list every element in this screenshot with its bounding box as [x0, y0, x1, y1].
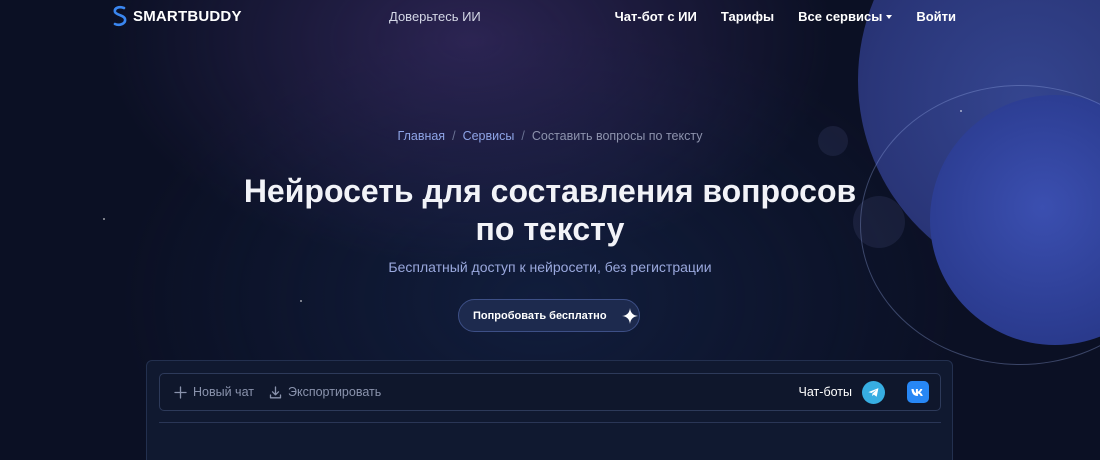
export-label: Экспортировать [287, 385, 382, 399]
nav-item-pricing[interactable]: Тарифы [721, 9, 774, 24]
page-title-line2: по тексту [475, 211, 625, 247]
telegram-icon [868, 387, 879, 397]
try-free-button-label: Попробовать бесплатно [473, 309, 607, 322]
try-free-button[interactable]: Попробовать бесплатно [458, 299, 640, 332]
nav-item-label: Все сервисы [798, 9, 883, 24]
site-header: SMARTBUDDY Доверьтесь ИИ Чат-бот с ИИ Та… [0, 0, 1100, 34]
sparkle-icon [621, 307, 638, 324]
chatbots-group: Чат-боты [798, 380, 929, 404]
page-title-line1: Нейросеть для составления вопросов [243, 173, 857, 209]
breadcrumb-separator: / [452, 129, 456, 143]
breadcrumb-current: Составить вопросы по тексту [531, 129, 703, 143]
header-tagline: Доверьтесь ИИ [389, 9, 481, 24]
chat-toolbar: Новый чат Экспортировать Чат-боты [159, 373, 941, 411]
chatbots-label: Чат-боты [798, 385, 852, 399]
telegram-bot-button[interactable] [862, 380, 885, 404]
star-decoration [300, 300, 302, 302]
nav-item-login[interactable]: Войти [916, 9, 956, 24]
star-decoration [960, 110, 962, 112]
panel-divider [159, 422, 941, 423]
brand-logo[interactable]: SMARTBUDDY [113, 5, 242, 27]
breadcrumb-separator: / [521, 129, 525, 143]
smartbuddy-logo-icon [113, 5, 127, 27]
new-chat-label: Новый чат [193, 385, 254, 399]
breadcrumb-home-link[interactable]: Главная [398, 129, 446, 143]
main-nav: Чат-бот с ИИ Тарифы Все сервисы Войти [591, 9, 956, 24]
nav-item-all-services[interactable]: Все сервисы [798, 9, 893, 24]
chat-panel: Новый чат Экспортировать Чат-боты [146, 360, 953, 460]
new-chat-button[interactable]: Новый чат [174, 385, 254, 399]
nav-item-label: Тарифы [720, 9, 775, 24]
download-icon [269, 385, 282, 398]
chevron-down-icon [886, 15, 893, 19]
breadcrumb: Главная / Сервисы / Составить вопросы по тек… [0, 129, 1100, 143]
nav-item-label: Войти [916, 9, 956, 24]
vk-icon [911, 388, 923, 396]
export-button[interactable]: Экспортировать [269, 385, 381, 399]
vk-bot-button[interactable] [907, 381, 929, 403]
page-subtitle: Бесплатный доступ к нейросети, без регис… [388, 259, 712, 275]
brand-name: SMARTBUDDY [133, 7, 242, 25]
plus-icon [174, 385, 187, 399]
page-title: Нейросеть для составления вопросов по те… [0, 172, 1100, 248]
nav-item-label: Чат-бот с ИИ [614, 9, 697, 24]
nav-item-chatbot[interactable]: Чат-бот с ИИ [615, 9, 697, 24]
breadcrumb-services-link[interactable]: Сервисы [463, 129, 515, 143]
